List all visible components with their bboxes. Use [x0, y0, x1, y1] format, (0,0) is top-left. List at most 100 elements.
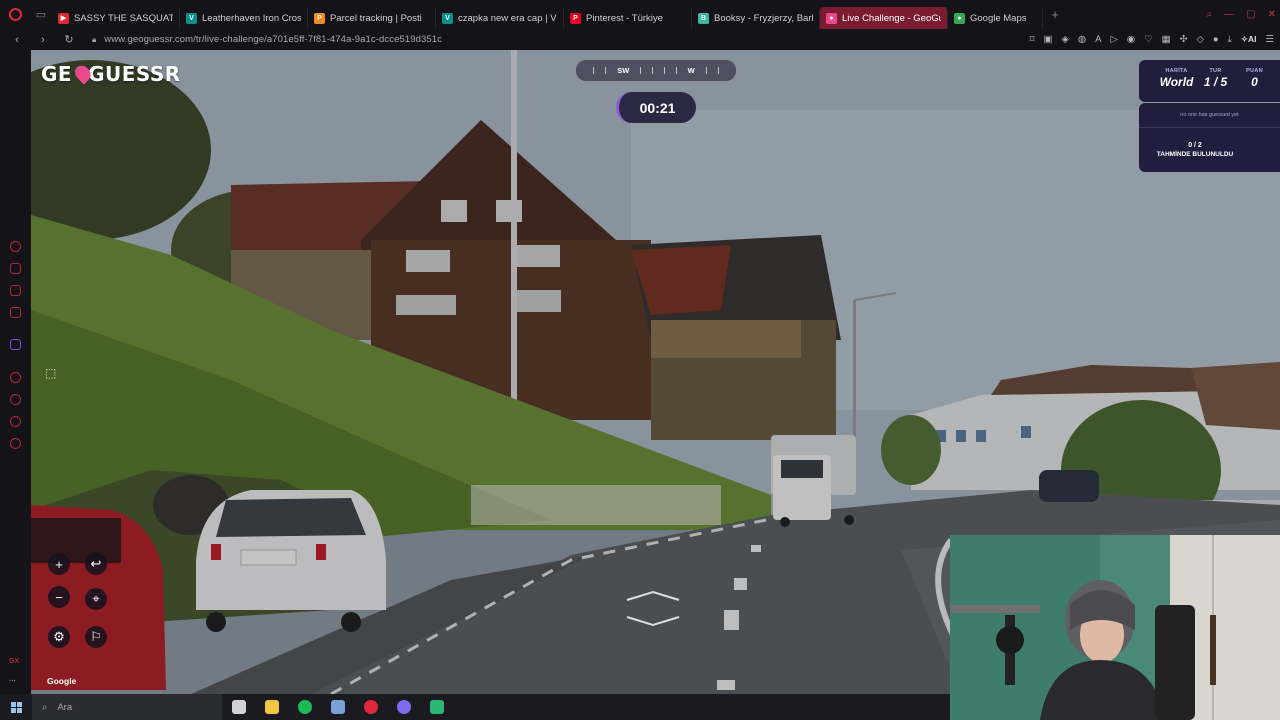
player-icon[interactable]	[10, 372, 21, 383]
snapshot-icon[interactable]: ▣	[1044, 34, 1053, 45]
tab-title: Live Challenge - GeoGues	[842, 12, 941, 24]
tab-favicon-icon: P	[314, 12, 325, 24]
guess-found-label: TAHMİNDE BULUNULDU	[1156, 151, 1234, 158]
close-window-icon[interactable]: ✕	[1268, 9, 1276, 20]
round-value: 1 / 5	[1203, 75, 1228, 89]
forward-icon[interactable]: ›	[34, 34, 52, 46]
taskbar-app-opera-gx[interactable]	[354, 694, 387, 720]
search-placeholder: Ara	[57, 701, 73, 713]
browser-tab[interactable]: ● Google Maps	[948, 7, 1043, 29]
compass-sw: SW	[617, 66, 630, 75]
gx-label: GX	[9, 658, 20, 665]
gx-control-icon[interactable]	[10, 241, 21, 252]
cube-icon[interactable]: ◇	[1197, 34, 1204, 45]
menu-icon[interactable]: ☰	[1265, 34, 1274, 45]
vpn-icon[interactable]: ◍	[1078, 34, 1086, 45]
return-to-start-icon[interactable]: ⌖	[85, 588, 107, 610]
extensions-icon[interactable]: ▦	[1162, 34, 1171, 45]
logo-text-right: GUESSR	[88, 62, 181, 86]
chat-icon[interactable]	[10, 416, 21, 427]
browser-tab-bar: ▭ ▶ SASSY THE SASQUATCH V Leatherhaven Iron…	[0, 0, 1280, 29]
back-icon[interactable]: ‹	[8, 34, 26, 46]
settings-gear-icon[interactable]: ⚙	[48, 626, 70, 648]
tab-favicon-icon: P	[570, 12, 581, 24]
download-icon[interactable]: ⤓	[1228, 34, 1232, 45]
new-tab-button[interactable]: +	[1043, 7, 1067, 22]
bookmark-icon[interactable]: ⌑	[1030, 34, 1035, 45]
lock-icon: 🔒︎	[92, 35, 97, 44]
twitch-icon[interactable]	[10, 339, 21, 350]
browser-tab[interactable]: ● Live Challenge - GeoGues	[820, 7, 948, 29]
reload-icon[interactable]: ↻	[60, 33, 78, 46]
ai-button[interactable]: ✧AI	[1241, 34, 1257, 45]
tab-favicon-icon: ●	[826, 12, 837, 24]
history-icon[interactable]	[10, 394, 21, 405]
webcam-feed-image	[950, 535, 1280, 720]
photo-app-icon	[330, 700, 345, 714]
gx-shop-icon[interactable]	[10, 263, 21, 274]
gx-corner-icon[interactable]	[10, 285, 21, 296]
browser-tab[interactable]: P Pinterest - Türkiye	[564, 7, 692, 29]
map-value: World	[1159, 75, 1194, 89]
search-tabs-icon[interactable]: ⌕	[1207, 9, 1213, 20]
taskbar-app-photo-app[interactable]	[321, 694, 354, 720]
taskbar-app-task-view[interactable]	[222, 694, 255, 720]
maximize-icon[interactable]: ▢	[1246, 9, 1255, 20]
score-value: 0	[1251, 75, 1258, 89]
move-forward-arrow-icon[interactable]	[625, 590, 681, 602]
tab-favicon-icon: V	[186, 12, 197, 24]
browser-tab[interactable]: B Booksy - Fryzjerzy, Barbe	[692, 7, 820, 29]
browser-tab[interactable]: ▶ SASSY THE SASQUATCH	[52, 7, 180, 29]
tab-favicon-icon: B	[698, 12, 709, 24]
flag-icon[interactable]: ⚐	[85, 626, 107, 648]
opera-gx-logo-icon[interactable]	[0, 0, 30, 29]
tab-favicon-icon: ●	[954, 12, 965, 24]
puzzle-icon[interactable]: ✣	[1180, 34, 1188, 45]
sidebar-more-icon[interactable]: ···	[9, 678, 16, 685]
guess-status-panel: no one has guessed yet 0 / 2 TAHMİNDE BU…	[1139, 103, 1280, 172]
move-backward-arrow-icon[interactable]	[625, 615, 681, 627]
tab-title: Pinterest - Türkiye	[586, 12, 663, 24]
taskbar-app-discord-like[interactable]	[387, 694, 420, 720]
url-field[interactable]: 🔒︎ www.geoguessr.com/tr/live-challenge/a7…	[92, 34, 442, 45]
heart-icon[interactable]: ♡	[1144, 34, 1153, 45]
browser-tab[interactable]: Vczapka new era cap | Vint	[436, 7, 564, 29]
taskbar-app-file-explorer[interactable]	[255, 694, 288, 720]
guess-count: 0 / 2	[1188, 142, 1202, 149]
task-view-icon	[231, 700, 246, 714]
settings-sidebar-icon[interactable]	[10, 438, 21, 449]
taskbar-app-spotify[interactable]	[288, 694, 321, 720]
google-watermark: Google	[47, 676, 77, 686]
file-explorer-icon	[264, 700, 279, 714]
tab-title: SASSY THE SASQUATCH	[74, 12, 173, 24]
profile-icon[interactable]: ●	[1213, 34, 1219, 45]
taskbar-app-game-app[interactable]	[420, 694, 453, 720]
game-app-icon	[429, 700, 444, 714]
tab-favicon-icon: ▶	[58, 12, 69, 24]
windows-taskbar: ⌕ Ara	[0, 694, 950, 720]
tab-title: Parcel tracking | Posti	[330, 12, 422, 24]
geoguessr-logo[interactable]: GE GUESSR	[41, 62, 181, 86]
zoom-out-button[interactable]: −	[48, 586, 70, 608]
search-icon: ⌕	[42, 701, 48, 713]
browser-sidebar: GX ···	[0, 50, 31, 694]
spotify-icon	[297, 700, 312, 714]
browser-tab[interactable]: P Parcel tracking | Posti	[308, 7, 436, 29]
translate-icon[interactable]: A	[1095, 34, 1101, 45]
browser-tab[interactable]: V Leatherhaven Iron Cross	[180, 7, 308, 29]
play-icon[interactable]: ▷	[1110, 34, 1117, 45]
start-button[interactable]	[0, 701, 32, 713]
zoom-in-button[interactable]: +	[48, 553, 70, 575]
minimize-icon[interactable]: —	[1224, 9, 1234, 20]
tab-title: Leatherhaven Iron Cross	[202, 12, 301, 24]
fullscreen-icon[interactable]: ⬚	[45, 366, 60, 381]
eye-icon[interactable]: ◉	[1127, 34, 1135, 45]
round-label: TUR	[1209, 68, 1222, 74]
compass-w: W	[687, 66, 695, 75]
webcam-overlay	[950, 535, 1280, 720]
taskbar-search[interactable]: ⌕ Ara	[32, 694, 222, 720]
undo-move-button[interactable]: ↩	[85, 553, 107, 575]
messenger-icon[interactable]	[10, 307, 21, 318]
adblock-icon[interactable]: ◈	[1062, 34, 1069, 45]
tab-island-icon[interactable]: ▭	[30, 0, 52, 29]
